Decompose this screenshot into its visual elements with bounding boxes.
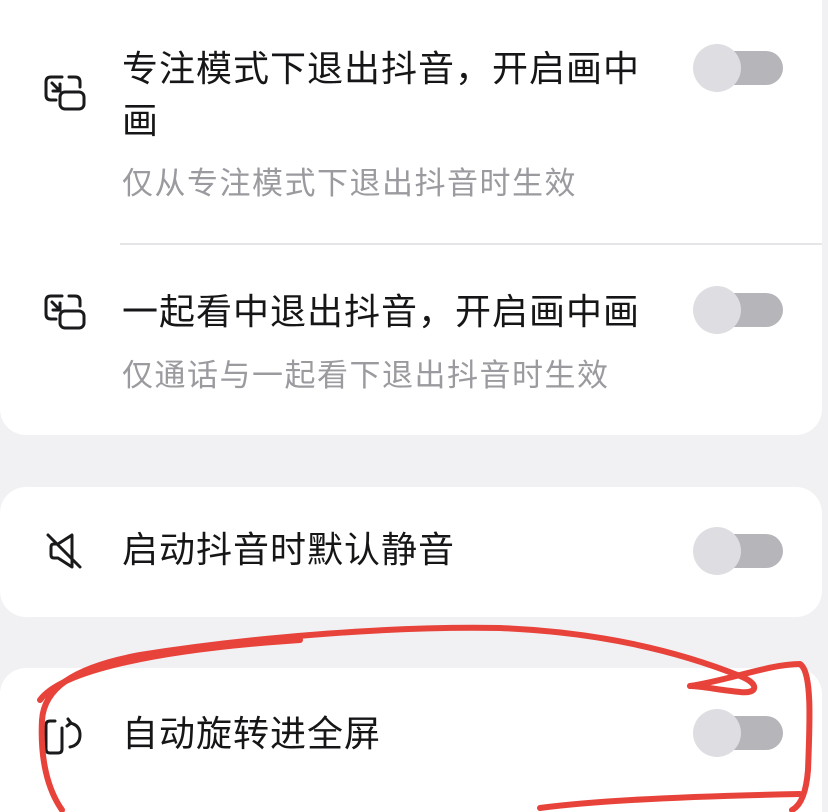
settings-card-mute: 启动抖音时默认静音 (0, 487, 822, 617)
setting-title: 启动抖音时默认静音 (122, 530, 456, 571)
toggle-switch-default-mute[interactable] (693, 526, 785, 576)
picture-in-picture-exit-icon (42, 292, 88, 332)
settings-card-pip: 专注模式下退出抖音，开启画中画 仅从专注模式下退出抖音时生效 一起看中退出抖音，… (0, 0, 822, 435)
setting-row-watch-together-pip[interactable]: 一起看中退出抖音，开启画中画 仅通话与一起看下退出抖音时生效 (0, 0, 822, 435)
toggle-knob[interactable] (693, 709, 741, 757)
setting-subtitle: 仅通话与一起看下退出抖音时生效 (122, 358, 610, 394)
mute-icon (42, 531, 88, 571)
rotate-screen-icon (42, 715, 88, 755)
toggle-switch-watch-together-pip[interactable] (693, 285, 785, 335)
setting-title: 一起看中退出抖音，开启画中画 (122, 292, 641, 333)
settings-card-rotate: 自动旋转进全屏 (0, 668, 822, 812)
setting-row-default-mute[interactable]: 启动抖音时默认静音 (0, 487, 822, 617)
toggle-knob[interactable] (693, 527, 741, 575)
setting-title: 自动旋转进全屏 (122, 714, 382, 755)
toggle-switch-auto-rotate[interactable] (693, 708, 785, 758)
setting-row-auto-rotate-fullscreen[interactable]: 自动旋转进全屏 (0, 668, 822, 812)
toggle-knob[interactable] (693, 286, 741, 334)
